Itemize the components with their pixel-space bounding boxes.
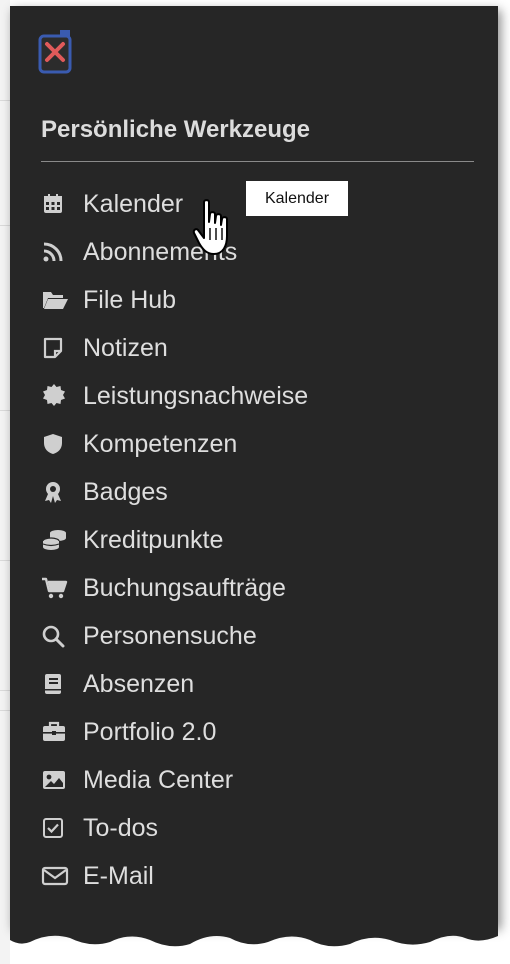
menu-item-absenzen[interactable]: Absenzen — [41, 660, 308, 708]
menu-item-buchungsauftraege[interactable]: Buchungsaufträge — [41, 564, 308, 612]
hand-pointer-cursor-icon — [192, 198, 236, 265]
menu-item-label: Personensuche — [83, 621, 257, 650]
menu-item-badges[interactable]: Badges — [41, 468, 308, 516]
menu-item-todos[interactable]: To-dos — [41, 804, 308, 852]
certificate-icon — [41, 372, 73, 420]
menu-item-label: Absenzen — [83, 669, 195, 698]
menu-item-label: Notizen — [83, 333, 168, 362]
menu-item-leistungsnachweise[interactable]: Leistungsnachweise — [41, 372, 308, 420]
menu-item-label: E-Mail — [83, 861, 154, 890]
menu-item-label: Kompetenzen — [83, 429, 238, 458]
menu-item-notizen[interactable]: Notizen — [41, 324, 308, 372]
close-button[interactable] — [38, 30, 72, 74]
menu-item-file-hub[interactable]: File Hub — [41, 276, 308, 324]
tools-menu: Kalender Abonnements File Hub Notizen Le… — [41, 180, 308, 900]
briefcase-icon — [41, 708, 73, 756]
menu-item-label: Kreditpunkte — [83, 525, 224, 554]
tooltip: Kalender — [246, 181, 348, 216]
menu-item-kompetenzen[interactable]: Kompetenzen — [41, 420, 308, 468]
menu-item-label: Badges — [83, 477, 168, 506]
menu-item-portfolio[interactable]: Portfolio 2.0 — [41, 708, 308, 756]
torn-edge — [10, 916, 498, 947]
menu-item-label: Kalender — [83, 189, 184, 218]
image-icon — [41, 756, 73, 804]
background-page-edge — [0, 0, 10, 964]
search-icon — [41, 612, 73, 660]
menu-item-kreditpunkte[interactable]: Kreditpunkte — [41, 516, 308, 564]
menu-item-personensuche[interactable]: Personensuche — [41, 612, 308, 660]
section-title: Persönliche Werkzeuge — [41, 116, 310, 143]
award-icon — [41, 468, 73, 516]
coins-icon — [41, 516, 73, 564]
menu-item-media-center[interactable]: Media Center — [41, 756, 308, 804]
folder-open-icon — [41, 276, 73, 324]
rss-icon — [41, 228, 73, 276]
envelope-icon — [41, 852, 73, 900]
menu-item-label: Leistungsnachweise — [83, 381, 309, 410]
sticky-note-icon — [41, 324, 73, 372]
calendar-icon — [41, 180, 73, 228]
menu-item-label: Buchungsaufträge — [83, 573, 286, 602]
book-icon — [41, 660, 73, 708]
menu-item-abonnements[interactable]: Abonnements — [41, 228, 308, 276]
menu-item-label: File Hub — [83, 285, 177, 314]
close-icon — [38, 30, 72, 74]
divider — [41, 161, 474, 162]
menu-item-label: Media Center — [83, 765, 234, 794]
menu-item-label: Portfolio 2.0 — [83, 717, 217, 746]
menu-item-label: To-dos — [83, 813, 159, 842]
cart-icon — [41, 564, 73, 612]
shield-icon — [41, 420, 73, 468]
checkbox-icon — [41, 804, 73, 852]
menu-item-email[interactable]: E-Mail — [41, 852, 308, 900]
